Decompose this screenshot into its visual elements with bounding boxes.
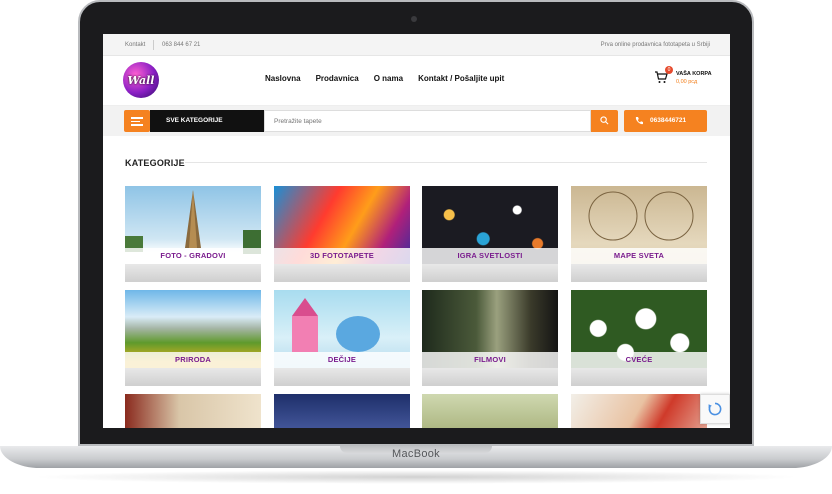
camera [411,16,417,22]
topbar-phone[interactable]: 063 844 67 21 [162,42,200,48]
logo-text: Wall [127,73,155,87]
topbar-divider [153,40,154,50]
site-logo[interactable]: Wall [123,62,159,98]
category-tile-cvece[interactable]: CVEĆE [571,290,707,386]
tile-floor [125,264,261,282]
top-bar: Kontakt 063 844 67 21 Prva online prodav… [103,34,730,56]
search-icon [600,116,609,125]
category-label: DEČIJE [274,352,410,368]
topbar-contact-link[interactable]: Kontakt [125,42,145,48]
tile-floor [422,264,558,282]
section-title: KATEGORIJE [125,158,185,168]
category-label: MAPE SVETA [571,248,707,264]
section-divider [185,162,707,163]
phone-call-button[interactable]: 0638446721 [624,110,707,132]
phone-icon [635,117,643,125]
category-label: FILMOVI [422,352,558,368]
site-header: Wall Naslovna Prodavnica O nama Kontakt … [103,56,730,106]
phone-button-label: 0638446721 [650,117,687,124]
category-label: CVEĆE [571,352,707,368]
category-label: IGRA SVETLOSTI [422,248,558,264]
category-tile-decije[interactable]: DEČIJE [274,290,410,386]
category-tile-foto-gradovi[interactable]: FOTO - GRADOVI [125,186,261,282]
category-label: FOTO - GRADOVI [125,248,261,264]
category-tile-igra-svetlosti[interactable]: IGRA SVETLOSTI [422,186,558,282]
tile-floor [571,368,707,386]
nav-item-naslovna[interactable]: Naslovna [265,74,301,83]
cart-total: 0,00 рсд [676,79,698,85]
category-label: 3D FOTOTAPETE [274,248,410,264]
cart-count-badge: 0 [665,66,673,74]
search-input[interactable] [264,110,591,132]
category-tile-priroda[interactable]: PRIRODA [125,290,261,386]
search-button[interactable] [591,110,618,132]
all-categories-button[interactable]: SVE KATEGORIJE [150,110,271,132]
recaptcha-icon [708,402,722,416]
tile-floor [274,368,410,386]
category-tile-filmovi[interactable]: FILMOVI [422,290,558,386]
hamburger-menu-icon[interactable] [124,110,150,132]
laptop-shadow [30,470,802,484]
laptop-frame: MacBook Kontakt 063 844 67 21 Prva onlin… [0,0,832,494]
category-tile-3d-fototapete[interactable]: 3D FOTOTAPETE [274,186,410,282]
main-nav: Naslovna Prodavnica O nama Kontakt / Poš… [265,74,504,83]
tile-floor [274,264,410,282]
category-tile-row3-4[interactable] [571,394,707,428]
category-label: PRIRODA [125,352,261,368]
tile-floor [125,368,261,386]
device-brand-label: MacBook [392,448,440,460]
category-tile-row3-3[interactable] [422,394,558,428]
nav-item-o-nama[interactable]: O nama [374,74,403,83]
category-tile-mape-sveta[interactable]: MAPE SVETA [571,186,707,282]
cart-label[interactable]: VAŠA KORPA [676,71,712,77]
search-bar: SVE KATEGORIJE 0638446721 [103,106,730,136]
recaptcha-badge[interactable] [700,394,730,424]
category-tile-row3-2[interactable] [274,394,410,428]
topbar-tagline: Prva online prodavnica fototapeta u Srbi… [600,42,710,48]
laptop-chin [80,428,752,444]
screen: Kontakt 063 844 67 21 Prva online prodav… [103,34,730,428]
tile-floor [422,368,558,386]
nav-item-kontakt[interactable]: Kontakt / Pošaljite upit [418,74,504,83]
category-tile-row3-1[interactable] [125,394,261,428]
nav-item-prodavnica[interactable]: Prodavnica [316,74,359,83]
tile-floor [571,264,707,282]
